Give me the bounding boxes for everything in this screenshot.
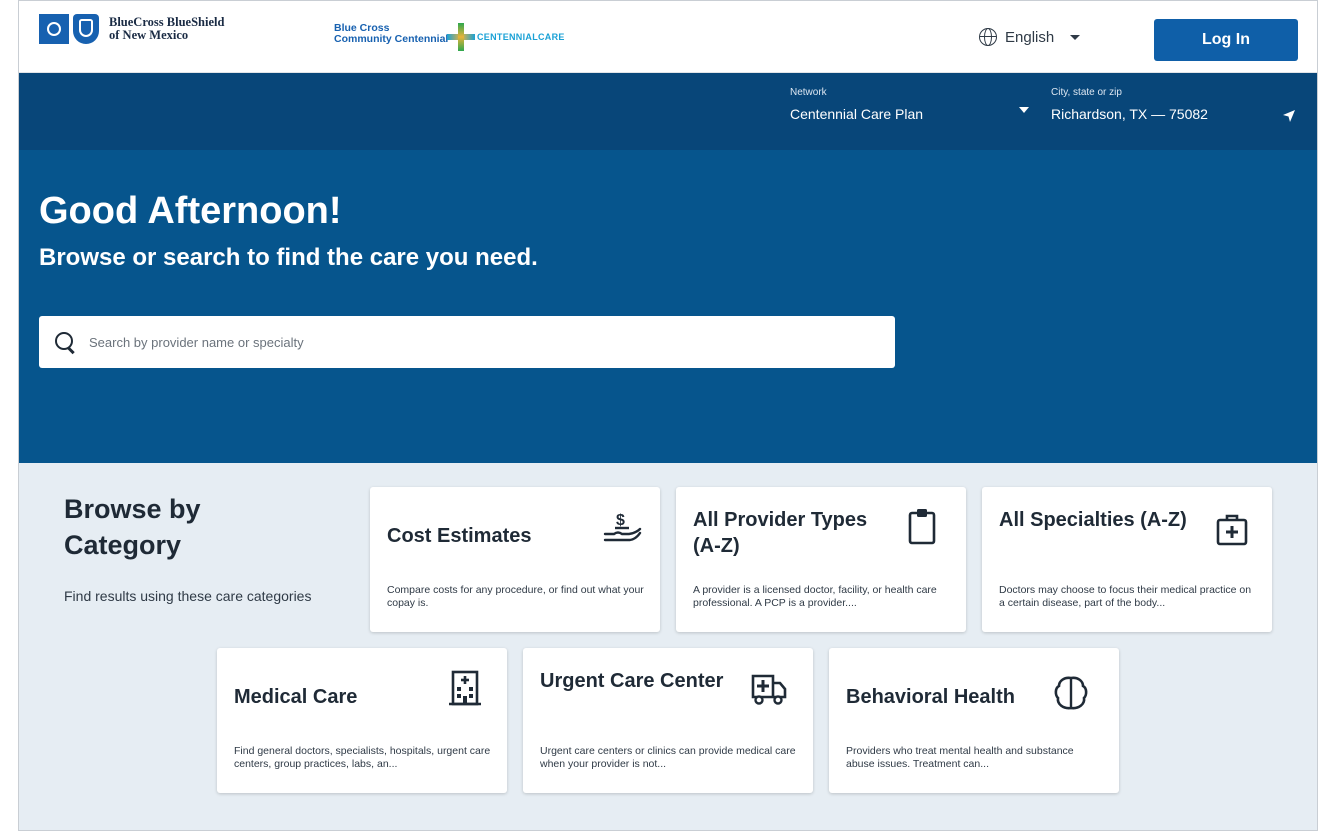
card-description: Find general doctors, specialists, hospi… bbox=[234, 745, 491, 770]
blue-shield-logo-icon bbox=[73, 14, 99, 44]
card-description: Providers who treat mental health and su… bbox=[846, 745, 1074, 770]
network-selector[interactable]: Network Centennial Care Plan bbox=[790, 87, 923, 122]
location-value: Richardson, TX — 75082 bbox=[1051, 106, 1208, 122]
hospital-icon bbox=[445, 668, 485, 708]
bcbs-logo[interactable]: BlueCross BlueShield of New Mexico bbox=[39, 14, 224, 44]
search-input[interactable] bbox=[89, 334, 869, 350]
card-description: Compare costs for any procedure, or find… bbox=[387, 584, 644, 609]
hero-section: Good Afternoon! Browse or search to find… bbox=[19, 150, 1317, 463]
card-title: Medical Care bbox=[234, 686, 358, 708]
language-selector[interactable]: English bbox=[979, 28, 1081, 46]
category-card-cost-estimates[interactable]: Cost Estimates $ Compare costs for any p… bbox=[370, 487, 660, 632]
blue-cross-logo-icon bbox=[39, 14, 69, 44]
medical-kit-icon bbox=[1212, 509, 1252, 549]
browse-description: Find results using these care categories bbox=[64, 588, 312, 604]
app-window: BlueCross BlueShield of New Mexico Blue … bbox=[18, 0, 1318, 831]
browse-section: Browse by Category Find results using th… bbox=[19, 463, 1317, 830]
category-card-specialties[interactable]: All Specialties (A-Z) Doctors may choose… bbox=[982, 487, 1272, 632]
language-label: English bbox=[1005, 28, 1055, 46]
search-bar[interactable] bbox=[39, 316, 895, 368]
hand-dollar-icon: $ bbox=[602, 507, 642, 547]
community-centennial-logo: Blue Cross Community Centennial™ bbox=[334, 23, 459, 45]
card-title: Behavioral Health bbox=[846, 686, 1015, 708]
network-value: Centennial Care Plan bbox=[790, 106, 924, 122]
search-icon bbox=[55, 332, 75, 352]
network-bar: Network Centennial Care Plan City, state… bbox=[19, 73, 1317, 150]
location-field[interactable]: City, state or zip Richardson, TX — 7508… bbox=[1051, 87, 1208, 122]
top-header: BlueCross BlueShield of New Mexico Blue … bbox=[19, 1, 1317, 73]
location-arrow-icon[interactable] bbox=[1282, 109, 1296, 123]
card-title: All Specialties (A-Z) bbox=[999, 509, 1187, 531]
location-label: City, state or zip bbox=[1051, 87, 1122, 98]
partner-line-2: Community Centennial™ bbox=[334, 33, 459, 45]
ambulance-icon bbox=[749, 668, 789, 708]
greeting-heading: Good Afternoon! bbox=[39, 190, 342, 232]
login-button[interactable]: Log In bbox=[1154, 19, 1298, 61]
network-label: Network bbox=[790, 87, 827, 98]
network-dropdown-icon[interactable] bbox=[1019, 107, 1029, 113]
globe-icon bbox=[979, 28, 997, 46]
card-description: Doctors may choose to focus their medica… bbox=[999, 584, 1252, 609]
category-card-urgent-care[interactable]: Urgent Care Center Urgent care centers o… bbox=[523, 648, 813, 793]
caret-down-icon bbox=[1070, 34, 1081, 40]
category-card-behavioral-health[interactable]: Behavioral Health Providers who treat me… bbox=[829, 648, 1119, 793]
clipboard-icon bbox=[902, 507, 942, 547]
svg-text:$: $ bbox=[616, 512, 625, 529]
card-description: A provider is a licensed doctor, facilit… bbox=[693, 584, 937, 609]
card-title: All Provider Types (A-Z) bbox=[693, 509, 868, 557]
category-card-provider-types[interactable]: All Provider Types (A-Z) A provider is a… bbox=[676, 487, 966, 632]
browse-heading: Browse by Category bbox=[64, 494, 201, 560]
brain-icon bbox=[1051, 673, 1091, 713]
centennial-care-text: CENTENNIALCARE bbox=[477, 32, 565, 42]
hero-subtitle: Browse or search to find the care you ne… bbox=[39, 244, 538, 271]
card-title: Urgent Care Center bbox=[540, 670, 724, 692]
category-card-medical-care[interactable]: Medical Care Find general doctors, speci… bbox=[217, 648, 507, 793]
centennial-care-logo: CENTENNIALCARE bbox=[447, 23, 565, 51]
brand-line-2: of New Mexico bbox=[109, 28, 189, 42]
centennial-cross-icon bbox=[447, 23, 475, 51]
bcbs-logo-text: BlueCross BlueShield of New Mexico bbox=[109, 16, 224, 42]
card-description: Urgent care centers or clinics can provi… bbox=[540, 745, 796, 770]
card-title: Cost Estimates bbox=[387, 525, 532, 547]
